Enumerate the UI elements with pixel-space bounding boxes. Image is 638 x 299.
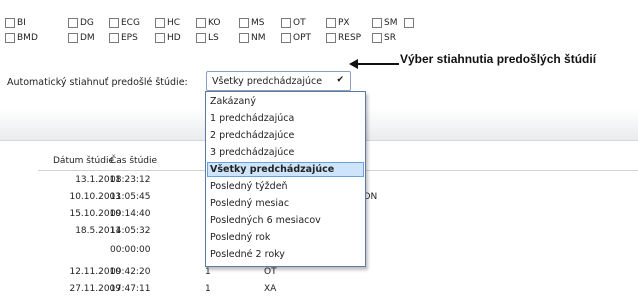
column-header-date[interactable]: Dátum štúdie (53, 156, 114, 166)
checkbox-box[interactable] (372, 2, 382, 12)
dropdown-option[interactable]: Posledný rok (207, 230, 364, 245)
auto-download-selected-value: Všetky predchádzajúce (212, 76, 323, 87)
modality-checkbox[interactable]: BDUS (5, 1, 42, 13)
modality-checkbox[interactable]: MS (239, 17, 264, 29)
modality-checkbox[interactable]: OP (281, 1, 306, 13)
checkbox-box[interactable] (196, 33, 206, 43)
column-header-time[interactable]: Čas štúdie (110, 156, 157, 166)
auto-download-select[interactable]: Všetky predchádzajúce ✔︎ (206, 71, 351, 91)
table-row[interactable]: 12.11.2010 09:42:20 1 OT (0, 267, 638, 282)
dropdown-option[interactable]: 1 predchádzajúca (207, 111, 364, 126)
checkbox-box[interactable] (326, 18, 336, 28)
checkbox-box[interactable] (109, 18, 119, 28)
modality-checkbox[interactable]: OPT (281, 32, 311, 44)
dropdown-option[interactable]: Posledné 2 roky (207, 247, 364, 262)
checkbox-box[interactable] (109, 33, 119, 43)
modality-checkbox[interactable]: MR (239, 1, 265, 13)
dropdown-option[interactable]: Zakázaný (207, 94, 364, 109)
checkbox-box[interactable] (68, 2, 78, 12)
dropdown-option[interactable]: Posledných 6 mesiacov (207, 213, 364, 228)
checkbox-box[interactable] (239, 2, 249, 12)
modality-checkbox[interactable]: DM (68, 32, 95, 44)
modality-checkbox[interactable]: RESP (326, 32, 361, 44)
cell-modality: OT (264, 267, 277, 277)
modality-checkbox[interactable]: DG (68, 17, 94, 29)
checkbox-box[interactable] (326, 33, 336, 43)
cell-count: 1 (205, 284, 211, 294)
cell-time: 17:47:11 (110, 284, 151, 294)
modality-checkbox[interactable] (404, 17, 416, 29)
checkbox-box[interactable] (281, 18, 291, 28)
modality-checkbox[interactable]: CT (68, 1, 92, 13)
modality-checkbox[interactable]: PX (326, 17, 350, 29)
arrow-left-icon (349, 59, 358, 69)
dropdown-option[interactable]: Posledný týždeň (207, 179, 364, 194)
modality-checkbox[interactable]: BMD (5, 32, 38, 44)
modality-checkbox[interactable]: PT (326, 1, 349, 13)
auto-download-label: Automatický stiahnuť predošlé štúdie: (7, 77, 188, 88)
dropdown-option[interactable]: Posledný mesiac (207, 196, 364, 211)
checkbox-box[interactable] (5, 18, 15, 28)
checkbox-box[interactable] (281, 33, 291, 43)
checkbox-box[interactable] (281, 2, 291, 12)
cell-time: 00:00:00 (110, 245, 151, 255)
checkbox-box[interactable] (239, 33, 249, 43)
modality-checkbox[interactable]: EPS (109, 32, 138, 44)
cell-time: 14:05:32 (110, 226, 151, 236)
dropdown-option-selected[interactable]: Všetky predchádzajúce (207, 162, 364, 177)
modality-checkbox[interactable]: GM (155, 1, 182, 13)
checkbox-box[interactable] (404, 18, 414, 28)
modality-checkbox[interactable]: HD (155, 32, 181, 44)
checkbox-box[interactable] (326, 2, 336, 12)
modality-checkbox[interactable]: BI (5, 17, 26, 29)
checkbox-box[interactable] (68, 33, 78, 43)
checkbox-box[interactable] (5, 2, 15, 12)
cell-time: 09:14:40 (110, 209, 151, 219)
cell-time: 11:05:45 (110, 192, 151, 202)
checkbox-box[interactable] (155, 2, 165, 12)
dropdown-option[interactable]: 2 predchádzajúce (207, 128, 364, 143)
chevron-down-icon[interactable]: ✔︎ (336, 75, 344, 85)
modality-checkbox[interactable]: IVUS (196, 1, 229, 13)
checkbox-box[interactable] (155, 33, 165, 43)
checkbox-box[interactable] (404, 2, 414, 12)
checkbox-box[interactable] (5, 33, 15, 43)
checkbox-box[interactable] (196, 2, 206, 12)
checkbox-box[interactable] (196, 18, 206, 28)
checkbox-box[interactable] (68, 18, 78, 28)
cell-count: 1 (205, 267, 211, 277)
modality-checkbox[interactable]: SR (372, 32, 396, 44)
cell-modality: XA (264, 284, 277, 294)
table-row[interactable]: 27.11.2009 17:47:11 1 XA (0, 284, 638, 299)
checkbox-box[interactable] (372, 18, 382, 28)
modality-checkbox[interactable]: NM (239, 32, 266, 44)
callout-arrow-line (356, 63, 399, 65)
checkbox-box[interactable] (372, 33, 382, 43)
study-settings-panel: BDUS CT DX GM IVUS MR OP PT RG BI DG ECG… (0, 0, 638, 295)
checkbox-box[interactable] (239, 18, 249, 28)
modality-checkbox[interactable] (404, 1, 416, 13)
modality-checkbox[interactable]: DX (109, 1, 134, 13)
modality-checkbox[interactable]: HC (155, 17, 180, 29)
modality-checkbox[interactable]: OT (281, 17, 306, 29)
modality-checkbox[interactable]: ECG (109, 17, 140, 29)
modality-checkbox[interactable]: LS (196, 32, 219, 44)
modality-checkbox[interactable]: KO (196, 17, 221, 29)
modality-checkbox[interactable]: RG (372, 1, 397, 13)
dropdown-option[interactable]: 3 predchádzajúce (207, 145, 364, 160)
cell-time: 09:42:20 (110, 267, 151, 277)
checkbox-box[interactable] (109, 2, 119, 12)
auto-download-dropdown-list: Zakázaný 1 predchádzajúca 2 predchádzajú… (205, 91, 366, 267)
modality-checkbox[interactable]: SM (372, 17, 397, 29)
cell-time: 08:23:12 (110, 175, 151, 185)
callout-label: Výber stiahnutia predošlých štúdií (400, 52, 597, 66)
checkbox-box[interactable] (155, 18, 165, 28)
